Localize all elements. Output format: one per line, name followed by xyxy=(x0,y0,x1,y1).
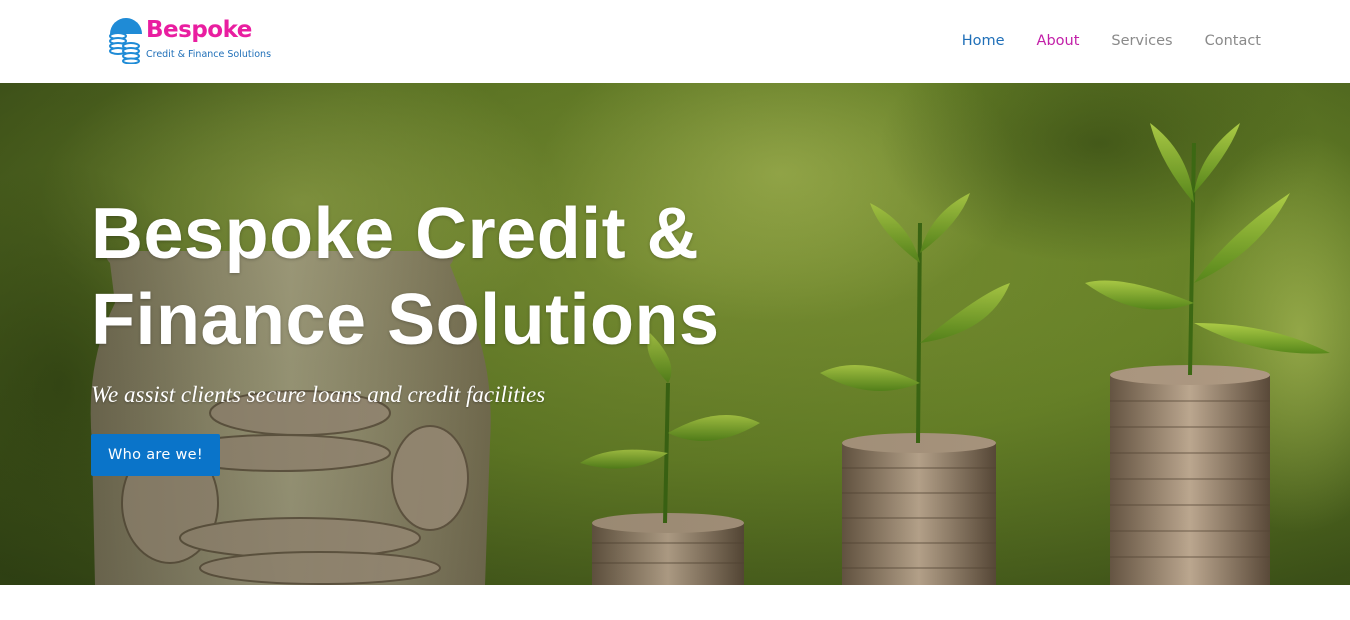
nav-about[interactable]: About xyxy=(1021,31,1096,51)
brand-name: Bespoke xyxy=(146,17,252,43)
coins-logo-icon xyxy=(109,18,142,64)
main-nav: Home About Services Contact xyxy=(946,31,1261,51)
hero-title: Bespoke Credit & Finance Solutions xyxy=(91,194,720,360)
hero-subtitle: We assist clients secure loans and credi… xyxy=(91,382,546,407)
brand-logo[interactable]: Bespoke Credit & Finance Solutions xyxy=(106,16,286,66)
brand-tagline: Credit & Finance Solutions xyxy=(146,49,272,60)
site-header: Bespoke Credit & Finance Solutions Home … xyxy=(0,0,1350,83)
page-content-area xyxy=(0,585,1350,620)
hero-section: Bespoke Credit & Finance Solutions We as… xyxy=(0,83,1350,585)
nav-home[interactable]: Home xyxy=(946,31,1021,51)
who-are-we-button[interactable]: Who are we! xyxy=(91,434,220,476)
nav-services[interactable]: Services xyxy=(1095,31,1188,51)
nav-contact[interactable]: Contact xyxy=(1189,31,1261,51)
